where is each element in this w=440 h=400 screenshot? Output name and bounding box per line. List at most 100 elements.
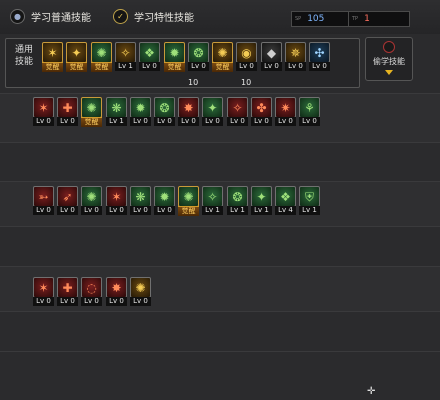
skill-slot[interactable]: ✹ Lv 0	[130, 97, 151, 127]
skill-slot[interactable]: ✧ Lv 0	[227, 97, 248, 127]
awaken-badge: 觉醒	[42, 62, 63, 72]
skill-icon: ⛨	[299, 186, 320, 207]
tab-learn-general-skills[interactable]: ● 学习普通技能	[10, 9, 91, 24]
skill-icon: ✶	[33, 277, 54, 298]
skill-slot[interactable]: ❋ Lv 0	[130, 186, 151, 216]
skill-slot[interactable]: ✺ Lv 0	[130, 277, 151, 307]
skill-slot[interactable]: ✵ Lv 0	[285, 42, 306, 72]
skill-level: Lv 0	[178, 117, 199, 126]
skill-slot[interactable]: ✚ Lv 0	[57, 277, 78, 307]
skill-icon: ✵	[285, 42, 306, 63]
skill-level: Lv 0	[106, 297, 127, 306]
skill-slot[interactable]: ◉ Lv 0	[236, 42, 257, 72]
skill-icon: ✷	[275, 97, 296, 118]
skill-slot[interactable]: ➳ Lv 0	[33, 186, 54, 216]
skill-slot[interactable]: ✧ Lv 1	[115, 42, 136, 72]
skill-level: Lv 0	[33, 117, 54, 126]
skill-slot[interactable]: ✸ Lv 0	[106, 277, 127, 307]
skill-slot[interactable]: ✧ Lv 1	[202, 186, 223, 216]
sp-value: 105	[307, 14, 325, 24]
skill-level: Lv 0	[154, 117, 175, 126]
skill-level: Lv 0	[139, 62, 160, 71]
skill-level: Lv 0	[106, 206, 127, 215]
sp-label: SP	[295, 16, 302, 22]
skill-slot[interactable]: ✶ Lv 0	[33, 97, 54, 127]
skill-slot[interactable]: ✺ 觉醒	[91, 42, 112, 72]
skill-level: Lv 0	[154, 206, 175, 215]
skill-slot[interactable]: ◌ Lv 0	[81, 277, 102, 307]
skill-level: Lv 0	[57, 117, 78, 126]
skill-slot[interactable]: ✺ 觉醒	[212, 42, 233, 72]
skill-icon: ◉	[236, 42, 257, 63]
skill-slot[interactable]: ✶ Lv 0	[106, 186, 127, 216]
skill-slot[interactable]: ✦ Lv 1	[251, 186, 272, 216]
top-bar: ● 学习普通技能 ✓ 学习特性技能 SP 105 TP 1	[0, 0, 440, 34]
general-skill-icon: ●	[10, 9, 25, 24]
row-divider	[0, 311, 440, 312]
skill-level: Lv 0	[275, 117, 296, 126]
skill-level: Lv 0	[299, 117, 320, 126]
skill-level: Lv 0	[236, 62, 257, 71]
skill-level: Lv 1	[106, 117, 127, 126]
row-divider	[0, 142, 440, 143]
tab-learn-general-skills-label: 学习普通技能	[31, 13, 91, 24]
skill-level: Lv 0	[227, 117, 248, 126]
skill-slot[interactable]: ❂ Lv 0	[154, 97, 175, 127]
steal-skill-button[interactable]: 偷学技能	[365, 37, 413, 81]
tab-learn-special-skills-label: 学习特性技能	[134, 13, 194, 24]
skill-icon: ✦	[251, 186, 272, 207]
check-icon: ✓	[113, 9, 128, 24]
skill-slot[interactable]: ✺ Lv 0	[81, 186, 102, 216]
skill-slot[interactable]: ❂ Lv 0	[188, 42, 209, 72]
skill-level: Lv 0	[130, 206, 151, 215]
skill-level: Lv 1	[227, 206, 248, 215]
skill-icon: ✚	[57, 97, 78, 118]
skill-level: Lv 0	[188, 62, 209, 71]
skill-slot[interactable]: ✺ 觉醒	[81, 97, 102, 127]
tab-learn-special-skills[interactable]: ✓ 学习特性技能	[113, 9, 194, 24]
skill-icon: ✺	[81, 186, 102, 207]
skill-level: Lv 0	[57, 297, 78, 306]
skill-icon: ❋	[130, 186, 151, 207]
skill-slot[interactable]: ➶ Lv 0	[57, 186, 78, 216]
skill-slot[interactable]: ✦ 觉醒	[66, 42, 87, 72]
skill-icon: ✶	[106, 186, 127, 207]
skill-slot[interactable]: ⚘ Lv 0	[299, 97, 320, 127]
skill-slot[interactable]: ⛨ Lv 1	[299, 186, 320, 216]
skill-slot[interactable]: ❖ Lv 0	[139, 42, 160, 72]
skill-slot[interactable]: ✣ Lv 0	[309, 42, 330, 72]
skill-icon: ◆	[261, 42, 282, 63]
skill-slot[interactable]: ✹ Lv 0	[154, 186, 175, 216]
steal-skill-label: 偷学技能	[373, 57, 405, 66]
skill-count-label: 10	[188, 78, 199, 87]
skill-slot[interactable]: ✸ Lv 0	[178, 97, 199, 127]
skill-slot[interactable]: ✺ 觉醒	[178, 186, 199, 216]
skill-icon: ✧	[115, 42, 136, 63]
skill-slot[interactable]: ❂ Lv 1	[227, 186, 248, 216]
skill-slot[interactable]: ❋ Lv 1	[106, 97, 127, 127]
skill-level: Lv 1	[299, 206, 320, 215]
skill-icon: ✺	[212, 42, 233, 63]
skill-icon: ✧	[227, 97, 248, 118]
skill-slot[interactable]: ✤ Lv 0	[251, 97, 272, 127]
skill-icon: ❂	[154, 97, 175, 118]
skill-icon: ✶	[42, 42, 63, 63]
skill-slot[interactable]: ✹ 觉醒	[164, 42, 185, 72]
skill-slot[interactable]: ✚ Lv 0	[57, 97, 78, 127]
skill-level: Lv 0	[33, 297, 54, 306]
skill-slot[interactable]: ◆ Lv 0	[261, 42, 282, 72]
tp-points-display: TP 1	[348, 11, 410, 27]
skill-slot[interactable]: ✶ 觉醒	[42, 42, 63, 72]
skill-slot[interactable]: ❖ Lv 4	[275, 186, 296, 216]
skill-icon: ➳	[33, 186, 54, 207]
skill-level: Lv 0	[202, 117, 223, 126]
awaken-badge: 觉醒	[178, 206, 199, 216]
skill-level: Lv 0	[130, 297, 151, 306]
skill-level: Lv 0	[57, 206, 78, 215]
skill-icon: ✹	[130, 97, 151, 118]
skill-icon: ✺	[130, 277, 151, 298]
skill-icon: ❂	[227, 186, 248, 207]
skill-slot[interactable]: ✷ Lv 0	[275, 97, 296, 127]
skill-slot[interactable]: ✦ Lv 0	[202, 97, 223, 127]
skill-slot[interactable]: ✶ Lv 0	[33, 277, 54, 307]
